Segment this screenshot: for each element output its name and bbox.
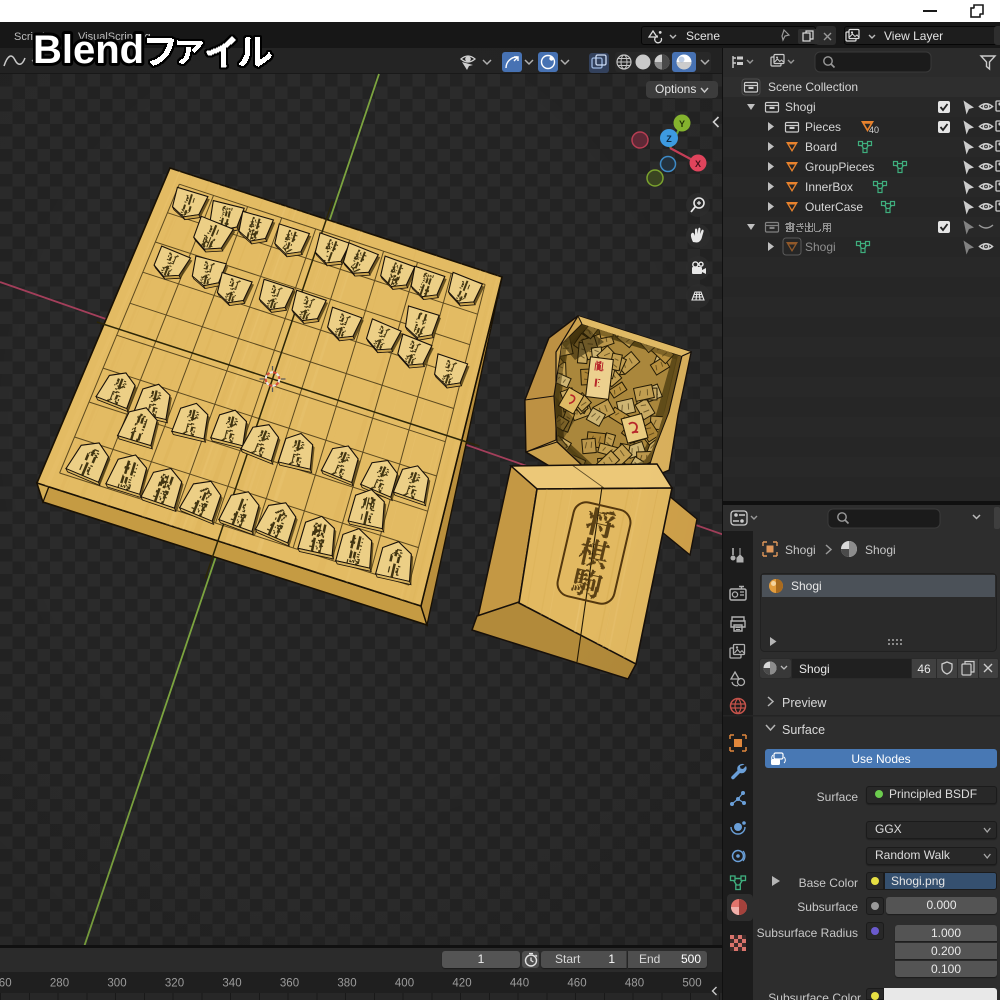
svg-text:Shogi: Shogi xyxy=(785,543,816,557)
svg-text:Z: Z xyxy=(666,134,672,144)
svg-text:GroupPieces: GroupPieces xyxy=(805,160,874,174)
svg-text:460: 460 xyxy=(567,978,586,990)
svg-text:Preview: Preview xyxy=(782,696,827,710)
svg-text:300: 300 xyxy=(107,978,126,990)
svg-text:Board: Board xyxy=(805,140,837,154)
svg-text:Shogi: Shogi xyxy=(785,100,816,114)
svg-text:OuterCase: OuterCase xyxy=(805,200,863,214)
svg-text:Scene Collection: Scene Collection xyxy=(768,80,858,94)
svg-text:Shogi: Shogi xyxy=(805,240,836,254)
svg-text:420: 420 xyxy=(452,978,471,990)
svg-text:320: 320 xyxy=(165,978,184,990)
svg-text:480: 480 xyxy=(625,978,644,990)
svg-text:Y: Y xyxy=(679,119,685,129)
svg-text:Shogi: Shogi xyxy=(865,543,896,557)
svg-text:40: 40 xyxy=(869,125,879,135)
svg-text:400: 400 xyxy=(395,978,414,990)
svg-text:500: 500 xyxy=(682,978,701,990)
svg-text:260: 260 xyxy=(0,978,12,990)
svg-text:Pieces: Pieces xyxy=(805,120,841,134)
svg-text:Shogi: Shogi xyxy=(791,579,822,593)
svg-text:280: 280 xyxy=(50,978,69,990)
svg-text:360: 360 xyxy=(280,978,299,990)
svg-text:380: 380 xyxy=(337,978,356,990)
svg-text:46: 46 xyxy=(917,662,931,676)
svg-text:440: 440 xyxy=(510,978,529,990)
svg-text:Shogi: Shogi xyxy=(799,662,830,676)
svg-text:Surface: Surface xyxy=(782,723,825,737)
svg-text:Blend: Blend xyxy=(33,28,144,72)
svg-text:340: 340 xyxy=(222,978,241,990)
svg-text:InnerBox: InnerBox xyxy=(805,180,853,194)
svg-text:X: X xyxy=(695,159,701,169)
